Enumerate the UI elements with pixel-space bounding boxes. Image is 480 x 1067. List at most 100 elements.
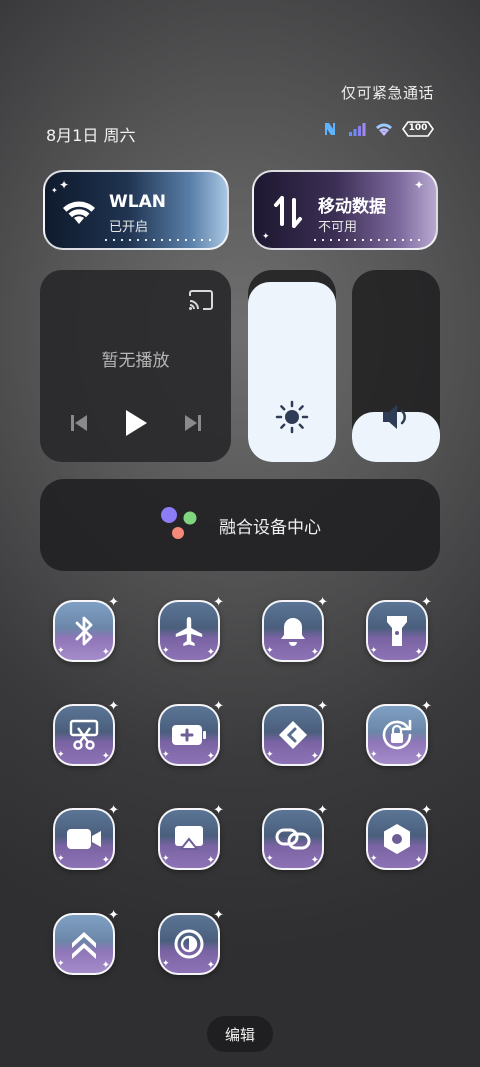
decor-dots — [105, 239, 217, 241]
sparkle-icon: ✦ — [108, 908, 119, 923]
settings-toggle[interactable]: ✦ ✦ ✦ — [366, 804, 432, 870]
status-bar-icons: 100 — [322, 120, 434, 138]
sparkle-icon: ✦ — [317, 699, 328, 714]
sun-icon — [275, 400, 309, 438]
sparkle-icon: ✦ — [101, 855, 110, 866]
sparkle-icon: ✦ — [370, 646, 378, 656]
bluetooth-icon — [75, 616, 93, 646]
battery-saver-toggle[interactable]: ✦ ✦ ✦ — [158, 700, 224, 766]
sparkle-icon: ✦ — [162, 959, 170, 969]
sparkle-icon: ✦ — [414, 647, 423, 658]
previous-icon[interactable] — [69, 413, 89, 437]
wifi-icon — [374, 121, 394, 137]
data-arrows-icon — [268, 192, 308, 232]
nfc-icon — [322, 120, 340, 138]
brightness-slider[interactable] — [248, 270, 336, 462]
bluetooth-toggle[interactable]: ✦ ✦ ✦ — [53, 596, 119, 662]
screen-record-toggle[interactable]: ✦ ✦ ✦ — [53, 804, 119, 870]
sparkle-icon: ✦ — [57, 750, 65, 760]
device-center-label: 融合设备中心 — [219, 517, 321, 538]
share-toggle[interactable]: ✦ ✦ ✦ — [262, 700, 328, 766]
sparkle-icon: ✦ — [206, 855, 215, 866]
date-label: 8月1日 周六 — [46, 126, 136, 145]
sparkle-icon: ✦ — [317, 803, 328, 818]
performance-toggle[interactable]: ✦ ✦ ✦ — [53, 909, 119, 975]
sparkle-icon: ✦ — [414, 751, 423, 762]
screenshot-toggle[interactable]: ✦ ✦ ✦ — [53, 700, 119, 766]
sparkle-icon: ✦ — [266, 646, 274, 656]
share-arrows-icon — [279, 721, 307, 749]
sparkle-icon: ✦ — [266, 854, 274, 864]
sparkle-icon: ✦ — [266, 750, 274, 760]
sparkle-icon: ✦ — [57, 959, 65, 969]
sparkle-icon: ✦ — [414, 855, 423, 866]
wlan-tile[interactable]: ✦ ✦ WLAN 已开启 — [43, 170, 229, 250]
media-player-card[interactable]: 暂无播放 — [40, 270, 231, 462]
contrast-icon — [174, 929, 204, 959]
sparkle-icon: ✦ — [108, 699, 119, 714]
sparkle-icon: ✦ — [162, 854, 170, 864]
sparkle-icon: ✦ — [421, 803, 432, 818]
sparkle-icon: ✦ — [51, 186, 58, 195]
edit-button[interactable]: 编辑 — [207, 1016, 273, 1052]
sparkle-icon: ✦ — [101, 960, 110, 971]
sparkle-icon: ✦ — [57, 646, 65, 656]
sparkle-icon: ✦ — [213, 803, 224, 818]
sparkle-icon: ✦ — [310, 647, 319, 658]
wlan-status: 已开启 — [109, 220, 149, 235]
sparkle-icon: ✦ — [206, 751, 215, 762]
battery-plus-icon — [172, 725, 206, 745]
sparkle-icon: ✦ — [213, 908, 224, 923]
wlan-title: WLAN — [109, 192, 166, 212]
screen-cast-toggle[interactable]: ✦ ✦ ✦ — [158, 804, 224, 870]
sparkle-icon: ✦ — [101, 647, 110, 658]
media-controls — [40, 408, 231, 442]
hexagon-nut-icon — [384, 824, 410, 854]
mobile-data-tile[interactable]: ✦ ✦ 移动数据 不可用 — [252, 170, 438, 250]
wifi-icon — [59, 192, 99, 232]
sparkle-icon: ✦ — [162, 646, 170, 656]
sparkle-icon: ✦ — [370, 750, 378, 760]
link-icon — [275, 828, 311, 850]
volume-slider[interactable] — [352, 270, 440, 462]
sparkle-icon: ✦ — [310, 751, 319, 762]
sparkle-icon: ✦ — [317, 595, 328, 610]
sparkle-icon: ✦ — [162, 750, 170, 760]
sparkle-icon: ✦ — [57, 854, 65, 864]
double-chevron-up-icon — [72, 932, 96, 959]
rotation-lock-icon — [382, 719, 412, 750]
dark-mode-toggle[interactable]: ✦ ✦ ✦ — [158, 909, 224, 975]
cast-icon[interactable] — [187, 288, 215, 316]
battery-level: 100 — [408, 123, 428, 133]
sparkle-icon: ✦ — [421, 699, 432, 714]
link-toggle[interactable]: ✦ ✦ ✦ — [262, 804, 328, 870]
play-icon[interactable] — [123, 408, 149, 442]
flashlight-toggle[interactable]: ✦ ✦ ✦ — [366, 596, 432, 662]
sparkle-icon: ✦ — [213, 595, 224, 610]
battery-icon: 100 — [402, 120, 434, 138]
sparkle-icon: ✦ — [101, 751, 110, 762]
airplay-icon — [175, 826, 203, 850]
speaker-icon — [380, 402, 412, 436]
sparkle-icon: ✦ — [262, 232, 270, 242]
sparkle-icon: ✦ — [310, 855, 319, 866]
device-center-card[interactable]: 融合设备中心 — [40, 479, 440, 571]
emergency-calls-only-text: 仅可紧急通话 — [340, 84, 434, 102]
airplane-mode-toggle[interactable]: ✦ ✦ ✦ — [158, 596, 224, 662]
sparkle-icon: ✦ — [59, 178, 70, 192]
sparkle-icon: ✦ — [206, 647, 215, 658]
sparkle-icon: ✦ — [421, 595, 432, 610]
mobile-data-title: 移动数据 — [318, 197, 386, 217]
video-camera-icon — [67, 829, 101, 849]
sparkle-icon: ✦ — [108, 803, 119, 818]
ring-mode-toggle[interactable]: ✦ ✦ ✦ — [262, 596, 328, 662]
sparkle-icon: ✦ — [108, 595, 119, 610]
next-icon[interactable] — [183, 413, 203, 437]
decor-dots — [314, 239, 426, 241]
sparkle-icon: ✦ — [213, 699, 224, 714]
sparkle-icon: ✦ — [370, 854, 378, 864]
flashlight-icon — [387, 616, 407, 646]
signal-icon — [348, 122, 366, 136]
bell-icon — [281, 618, 305, 646]
rotation-lock-toggle[interactable]: ✦ ✦ ✦ — [366, 700, 432, 766]
